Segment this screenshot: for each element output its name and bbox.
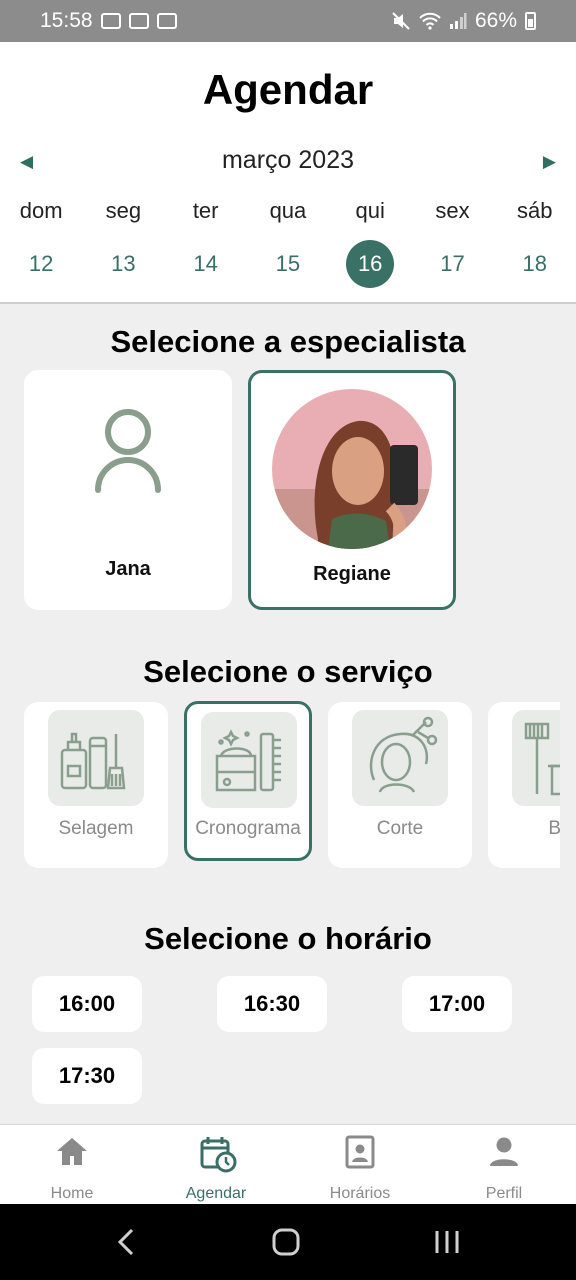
- time-slot-button[interactable]: 16:00: [32, 976, 142, 1032]
- calendar-clock-icon: [200, 1137, 237, 1173]
- day-cell[interactable]: 13: [82, 240, 164, 288]
- hair-treatment-icon: [201, 712, 297, 808]
- nav-item-horarios[interactable]: Horários: [288, 1125, 432, 1204]
- service-card-partial[interactable]: Bo: [488, 702, 560, 868]
- system-navigation-bar: [0, 1204, 576, 1280]
- recent-apps-icon[interactable]: [432, 1226, 462, 1258]
- specialist-card-jana[interactable]: Jana: [24, 370, 232, 610]
- home-button-icon[interactable]: [270, 1226, 302, 1258]
- day-number[interactable]: 17: [428, 240, 476, 288]
- specialist-photo: [272, 389, 432, 549]
- page-title: Agendar: [202, 66, 374, 113]
- weekday-label: qua: [269, 198, 307, 223]
- hair-dye-icon: [512, 710, 560, 806]
- day-number[interactable]: 15: [264, 240, 312, 288]
- nav-label: Horários: [329, 1185, 391, 1202]
- day-row: 12 13 14 15 16 17 18: [0, 240, 576, 288]
- day-number[interactable]: 16: [346, 240, 395, 288]
- day-cell[interactable]: 18: [494, 240, 576, 288]
- service-carousel[interactable]: Selagem Cronograma Corte Bo: [0, 700, 560, 872]
- person-icon: [490, 1137, 518, 1166]
- weekday-label: dom: [19, 198, 63, 223]
- service-label: Cronograma: [195, 818, 301, 839]
- specialist-card-regiane[interactable]: Regiane: [248, 370, 456, 610]
- specialist-name: Regiane: [313, 563, 391, 585]
- weekday-label: sáb: [516, 198, 553, 223]
- nav-item-perfil[interactable]: Perfil: [432, 1125, 576, 1204]
- time-slot-button[interactable]: 17:30: [32, 1048, 142, 1104]
- calendar-header: Agendar ◀ março 2023 ▶ dom seg ter qua q…: [0, 42, 576, 304]
- month-label: março 2023: [221, 146, 355, 174]
- day-number[interactable]: 18: [511, 240, 559, 288]
- service-label: Corte: [376, 818, 424, 839]
- weekday-label: seg: [105, 198, 142, 223]
- time-slot-button[interactable]: 17:00: [402, 976, 512, 1032]
- specialist-section-title: Selecione a especialista: [110, 324, 466, 359]
- service-card-selagem[interactable]: Selagem: [24, 702, 168, 868]
- home-icon: [57, 1138, 87, 1165]
- weekday-label: qui: [355, 198, 385, 223]
- service-card-cronograma[interactable]: Cronograma: [184, 701, 312, 861]
- notification-icon: [100, 13, 121, 29]
- nav-label: Agendar: [185, 1185, 247, 1202]
- battery-percent: 66%: [474, 9, 517, 32]
- status-time: 15:58: [40, 9, 93, 32]
- battery-icon: [525, 12, 536, 30]
- day-cell-selected[interactable]: 16: [329, 240, 411, 288]
- status-bar: 15:58 66%: [0, 0, 576, 42]
- person-outline-icon: [95, 409, 161, 493]
- day-number[interactable]: 14: [182, 240, 230, 288]
- mute-icon: [392, 12, 410, 30]
- wifi-icon: [419, 12, 441, 30]
- portrait-icon: [345, 1135, 375, 1169]
- signal-icon: [449, 13, 467, 29]
- weekday-label: ter: [192, 198, 219, 223]
- nav-item-agendar[interactable]: Agendar: [144, 1125, 288, 1204]
- weekday-label: sex: [435, 198, 470, 223]
- day-cell[interactable]: 12: [0, 240, 82, 288]
- next-month-arrow-icon[interactable]: ▶: [543, 152, 556, 172]
- time-slot-button[interactable]: 16:30: [217, 976, 327, 1032]
- bottom-navigation: Home Agendar Horários Perfil: [0, 1124, 576, 1204]
- service-section-title: Selecione o serviço: [143, 654, 433, 689]
- day-cell[interactable]: 14: [165, 240, 247, 288]
- specialist-name: Jana: [105, 558, 151, 580]
- voicemail-icon: [128, 13, 149, 29]
- hair-products-icon: [48, 710, 144, 806]
- nav-item-home[interactable]: Home: [0, 1125, 144, 1204]
- day-number[interactable]: 13: [99, 240, 147, 288]
- day-number[interactable]: 12: [17, 240, 65, 288]
- nav-label: Perfil: [485, 1185, 523, 1202]
- month-selector: ◀ março 2023 ▶: [0, 146, 576, 178]
- haircut-icon: [352, 710, 448, 806]
- weekday-row: dom seg ter qua qui sex sáb: [0, 198, 576, 224]
- time-section-title: Selecione o horário: [144, 921, 432, 956]
- voicemail-icon: [156, 13, 177, 29]
- service-label: Bo: [548, 818, 560, 839]
- service-card-corte[interactable]: Corte: [328, 702, 472, 868]
- service-label: Selagem: [58, 818, 134, 839]
- back-icon[interactable]: [112, 1226, 140, 1258]
- day-cell[interactable]: 17: [411, 240, 493, 288]
- day-cell[interactable]: 15: [247, 240, 329, 288]
- nav-label: Home: [50, 1185, 94, 1202]
